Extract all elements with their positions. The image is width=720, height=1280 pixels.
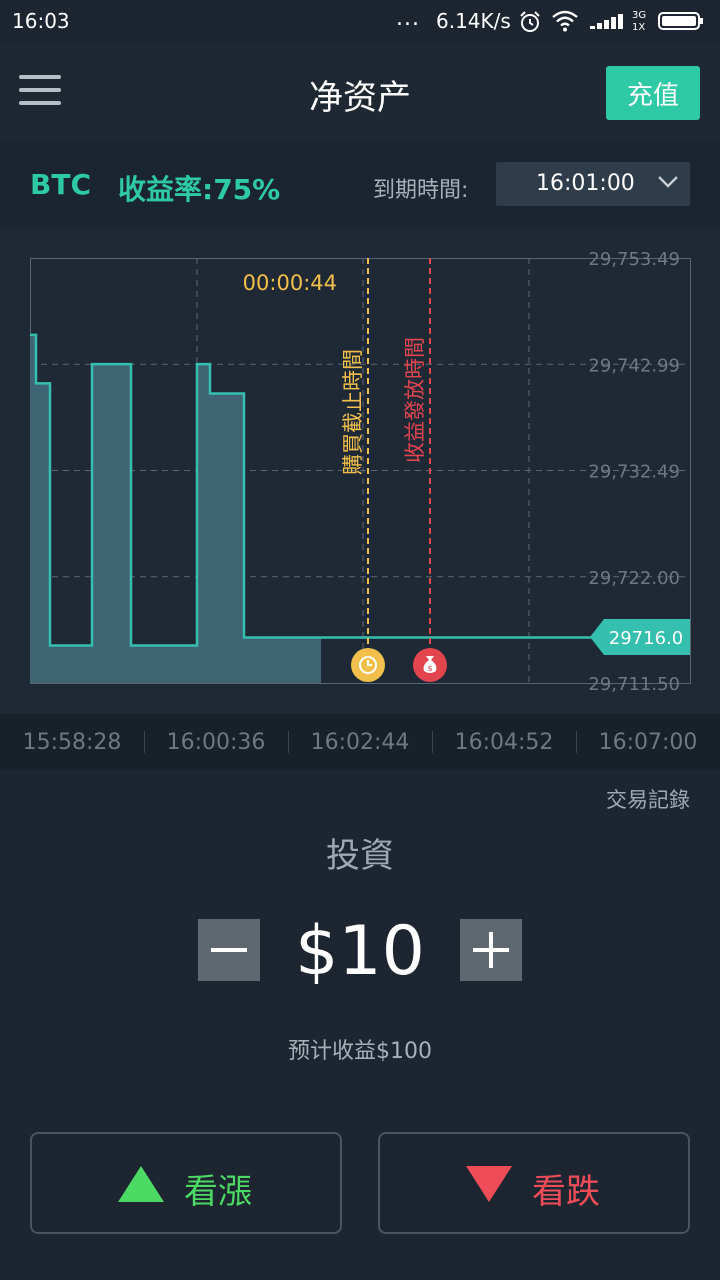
current-price-value: 29716.0	[609, 628, 683, 649]
rise-button[interactable]: 看漲	[30, 1132, 342, 1234]
time-tick: 16:07:00	[598, 730, 698, 755]
expiry-time-value: 16:01:00	[536, 171, 635, 196]
clock-icon	[351, 648, 385, 682]
alarm-clock-icon	[520, 11, 540, 32]
purchase-deadline-label: 購買截止時間	[341, 349, 365, 475]
minus-icon	[211, 948, 247, 952]
status-bar: 16:03 ... 6.14K/s 3G 1X	[0, 0, 720, 42]
wifi-icon	[552, 10, 578, 32]
rise-label: 看漲	[184, 1173, 252, 1211]
status-time: 16:03	[12, 9, 70, 33]
recharge-button[interactable]: 充值	[606, 66, 700, 120]
trade-history-link[interactable]: 交易記錄	[606, 784, 690, 814]
triangle-up-icon	[118, 1166, 164, 1202]
countdown-timer: 00:00:44	[243, 271, 337, 295]
price-tick-label: 29,732.49	[588, 462, 680, 483]
time-axis: 15:58:28 16:00:36 16:02:44 16:04:52 16:0…	[0, 714, 720, 770]
price-chart-svg: 00:00:44 購買截止時間 收益發放時間 29,753.49 29,742.9…	[30, 249, 691, 695]
svg-text:3G: 3G	[632, 10, 646, 21]
invest-label: 投資	[326, 836, 394, 876]
triangle-down-icon	[466, 1166, 512, 1202]
time-tick: 16:00:36	[166, 730, 266, 755]
payout-rate: 收益率:75%	[118, 173, 281, 206]
decrease-amount-button[interactable]	[198, 919, 260, 981]
payout-time-label: 收益發放時間	[403, 337, 427, 463]
status-dots: ...	[396, 6, 420, 31]
time-tick: 16:02:44	[310, 730, 410, 755]
expiry-time-select[interactable]: 16:01:00	[496, 162, 690, 206]
info-bar: BTC 收益率:75% 到期時間: 16:01:00	[0, 142, 720, 228]
money-bag-icon: $	[413, 648, 447, 682]
price-tick-label: 29,711.50	[588, 674, 680, 695]
expiry-label: 到期時間:	[373, 178, 469, 203]
expected-profit: 预计收益$100	[288, 1039, 432, 1064]
fall-button[interactable]: 看跌	[378, 1132, 690, 1234]
app-header: 净资产 充值	[0, 42, 720, 142]
battery-icon	[658, 12, 703, 30]
price-tick-label: 29,753.49	[588, 249, 680, 270]
time-tick: 15:58:28	[22, 730, 122, 755]
svg-text:$: $	[427, 664, 432, 673]
price-tick-label: 29,722.00	[588, 568, 680, 589]
asset-symbol: BTC	[30, 168, 91, 201]
network-type-label: 3G 1X	[632, 10, 646, 33]
fall-label: 看跌	[532, 1173, 600, 1211]
investment-amount: $10	[295, 912, 425, 991]
plus-icon	[473, 932, 509, 968]
chevron-down-icon	[658, 176, 678, 188]
price-tick-label: 29,742.99	[588, 355, 680, 376]
signal-icon	[590, 14, 623, 29]
price-area-fill	[30, 334, 321, 683]
increase-amount-button[interactable]	[460, 919, 522, 981]
price-chart: 00:00:44 購買截止時間 收益發放時間 29,753.49 29,742.9…	[0, 228, 720, 714]
svg-text:1X: 1X	[632, 22, 645, 33]
time-tick: 16:04:52	[454, 730, 554, 755]
current-price-tag: 29716.0	[590, 619, 690, 655]
network-speed: 6.14K/s	[436, 9, 511, 33]
